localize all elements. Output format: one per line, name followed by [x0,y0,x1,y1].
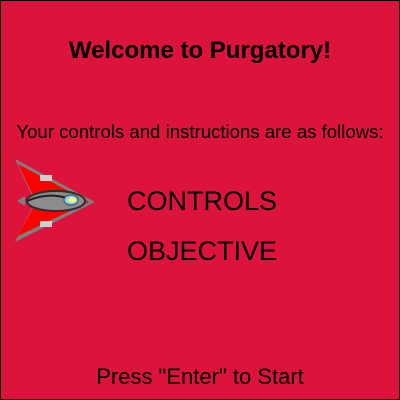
start-prompt: Press "Enter" to Start [96,364,304,389]
objective-menu-item[interactable]: OBJECTIVE [127,234,277,268]
instructions-subtitle: Your controls and instructions are as fo… [16,121,384,142]
ship-cockpit-light [68,197,76,203]
page-title: Welcome to Purgatory! [68,37,332,64]
spaceship-icon [15,159,95,242]
game-screen: Welcome to Purgatory! Your controls and … [1,1,399,399]
ship-tail [17,196,25,206]
ship-fin-bottom [40,221,52,227]
ship-fin-top [40,175,52,181]
controls-menu-item[interactable]: CONTROLS [127,184,277,218]
